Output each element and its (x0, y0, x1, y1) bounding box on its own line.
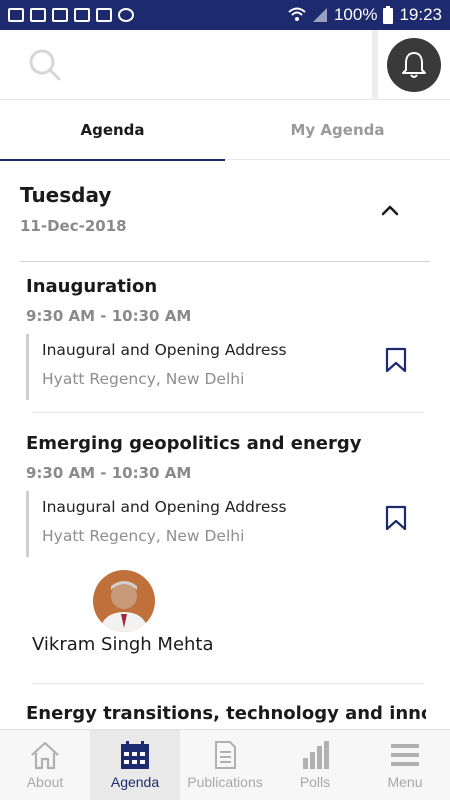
bookmark-icon[interactable] (384, 347, 408, 373)
speaker-avatar[interactable] (93, 570, 155, 632)
tab-agenda[interactable]: Agenda (0, 100, 225, 161)
session-detail-title[interactable]: Inaugural and Opening Address (42, 498, 287, 516)
battery-icon (383, 6, 394, 24)
nav-label: About (26, 774, 64, 790)
header-divider (372, 30, 378, 100)
day-date: 11-Dec-2018 (20, 217, 127, 235)
notifications-button[interactable] (387, 38, 441, 92)
notification-icon (30, 8, 46, 22)
nav-label: Publications (187, 774, 263, 790)
bar-chart-icon (303, 741, 329, 769)
bookmark-icon[interactable] (384, 505, 408, 531)
session-time: 9:30 AM - 10:30 AM (26, 307, 192, 325)
search-header (0, 30, 450, 100)
detail-bar (26, 334, 29, 400)
status-bar: 100% 19:23 (0, 0, 450, 30)
nav-label: Agenda (110, 774, 160, 790)
nav-publications[interactable]: Publications (180, 730, 270, 800)
mail-icon (74, 8, 90, 22)
clock: 19:23 (399, 5, 442, 24)
bottom-navigation: About Agenda Publications Polls Menu (0, 729, 450, 800)
notification-icons (8, 8, 134, 22)
item-divider (32, 412, 424, 413)
session-venue: Hyatt Regency, New Delhi (42, 370, 245, 388)
nav-polls[interactable]: Polls (270, 730, 360, 800)
session-title[interactable]: Emerging geopolitics and energy (26, 433, 361, 454)
battery-level: 100% (333, 5, 378, 24)
nav-label: Polls (299, 774, 331, 790)
day-divider (20, 261, 430, 262)
wifi-icon (288, 7, 306, 21)
app-icon (118, 8, 134, 22)
session-title[interactable]: Energy transitions, technology and innov… (26, 703, 426, 729)
calendar-icon (121, 741, 149, 769)
day-title: Tuesday (20, 183, 112, 207)
notification-icon (8, 8, 24, 22)
bell-icon (402, 52, 426, 78)
home-icon (31, 741, 59, 770)
item-divider (32, 683, 424, 684)
nav-about[interactable]: About (0, 730, 90, 800)
session-title[interactable]: Inauguration (26, 276, 157, 297)
session-time: 9:30 AM - 10:30 AM (26, 464, 192, 482)
nav-menu[interactable]: Menu (360, 730, 450, 800)
speaker-name[interactable]: Vikram Singh Mehta (32, 634, 214, 655)
app-icon (96, 8, 112, 22)
signal-icon (312, 8, 327, 22)
detail-bar (26, 491, 29, 557)
session-venue: Hyatt Regency, New Delhi (42, 527, 245, 545)
search-icon[interactable] (28, 48, 62, 82)
session-detail-title[interactable]: Inaugural and Opening Address (42, 341, 287, 359)
image-icon (52, 8, 68, 22)
tab-my-agenda[interactable]: My Agenda (225, 100, 450, 160)
nav-label: Menu (387, 774, 423, 790)
agenda-tabs: Agenda My Agenda (0, 100, 450, 161)
document-icon (215, 741, 236, 769)
hamburger-icon (391, 744, 419, 766)
chevron-up-icon[interactable] (378, 200, 402, 220)
nav-agenda[interactable]: Agenda (90, 730, 180, 800)
